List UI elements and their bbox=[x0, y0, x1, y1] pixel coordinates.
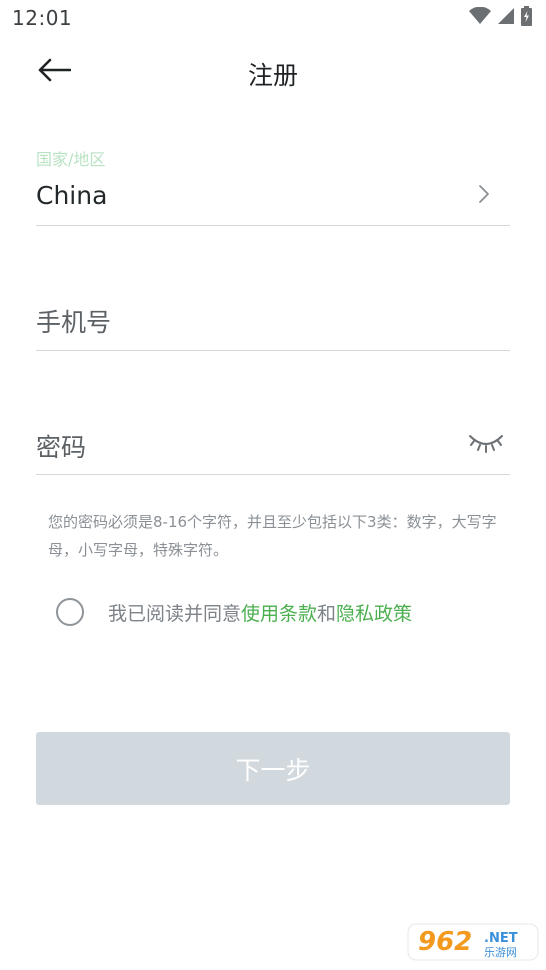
privacy-policy-link[interactable]: 隐私政策 bbox=[336, 599, 412, 626]
page-title: 注册 bbox=[247, 61, 298, 90]
next-step-button[interactable]: 下一步 bbox=[36, 732, 510, 805]
country-region-label: 国家/地区 bbox=[36, 150, 106, 169]
eye-closed-icon[interactable] bbox=[466, 430, 506, 456]
terms-of-use-link[interactable]: 使用条款 bbox=[241, 599, 317, 626]
password-placeholder: 密码 bbox=[36, 433, 87, 462]
status-bar: 12:01 bbox=[0, 0, 546, 36]
svg-text:.NET: .NET bbox=[484, 931, 518, 946]
wifi-icon bbox=[469, 6, 491, 29]
country-value: China bbox=[36, 181, 108, 210]
phone-number-placeholder: 手机号 bbox=[36, 308, 112, 337]
password-hint: 您的密码必须是8-16个字符，并且至少包括以下3类：数字，大写字母，小写字母，特… bbox=[48, 513, 497, 559]
status-time: 12:01 bbox=[12, 6, 73, 30]
agreement-checkbox[interactable] bbox=[56, 598, 84, 626]
svg-text:962: 962 bbox=[418, 927, 472, 957]
password-input[interactable]: 密码 bbox=[36, 414, 510, 475]
signal-icon bbox=[497, 7, 515, 29]
chevron-right-icon bbox=[472, 182, 496, 206]
agreement-conjunction: 和 bbox=[317, 602, 337, 625]
country-region-field[interactable]: 国家/地区 China bbox=[36, 146, 510, 226]
header: 注册 bbox=[0, 44, 546, 100]
watermark-logo: 962 .NET 乐游网 bbox=[406, 918, 540, 964]
phone-number-input[interactable]: 手机号 bbox=[36, 290, 510, 351]
agreement-prefix: 我已阅读并同意 bbox=[108, 602, 242, 625]
svg-text:乐游网: 乐游网 bbox=[484, 946, 517, 959]
agreement-row: 我已阅读并同意 使用条款 和 隐私政策 bbox=[56, 596, 412, 628]
battery-icon bbox=[521, 6, 532, 30]
status-icons bbox=[469, 6, 532, 30]
